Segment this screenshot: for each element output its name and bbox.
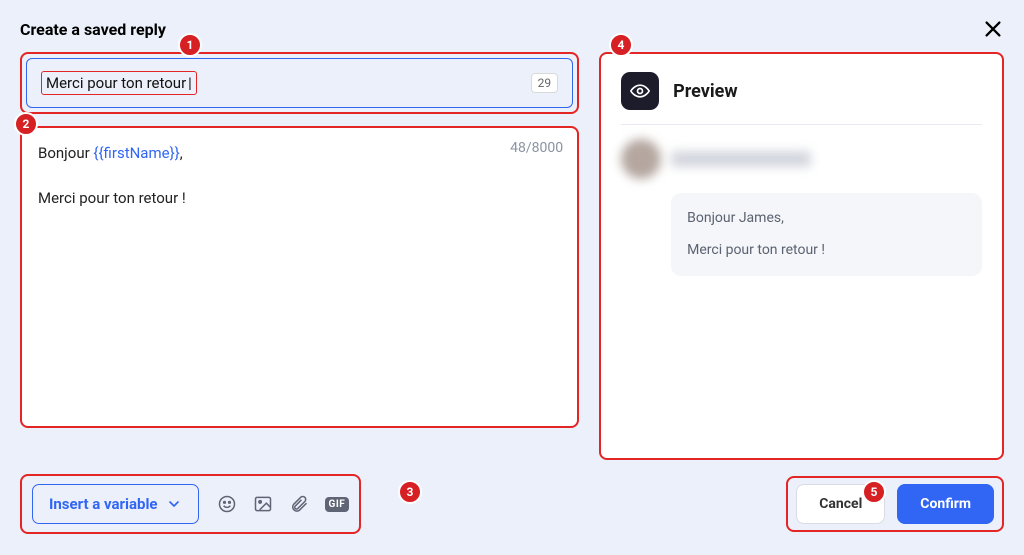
message-content: Bonjour {{firstName}}, Merci pour ton re… — [38, 142, 561, 210]
modal-body: Merci pour ton retour 29 48/8000 Bonjour… — [20, 52, 1004, 460]
text: , — [180, 144, 183, 162]
callout-5: 5 — [862, 480, 886, 504]
callout-4: 4 — [609, 33, 633, 57]
image-icon — [253, 494, 273, 514]
paperclip-icon — [289, 494, 309, 514]
eye-icon — [630, 81, 650, 101]
saved-reply-modal: Create a saved reply Merci pour ton reto… — [0, 0, 1024, 555]
modal-title: Create a saved reply — [20, 20, 166, 39]
variable-token[interactable]: {{firstName}} — [93, 144, 179, 162]
toolbar-icons: GIF — [217, 494, 350, 514]
chevron-down-icon — [166, 496, 182, 512]
preview-icon-box — [621, 72, 659, 110]
attachment-button[interactable] — [289, 494, 309, 514]
message-char-counter: 48/8000 — [510, 140, 563, 156]
gif-icon: GIF — [325, 497, 350, 512]
callout-1: 1 — [178, 33, 202, 57]
smile-icon — [217, 494, 237, 514]
preview-sender — [621, 139, 982, 179]
action-buttons: Cancel Confirm — [786, 476, 1004, 532]
right-column: Preview Bonjour James, Merci pour ton re… — [599, 52, 1004, 460]
preview-line: Bonjour James, — [687, 207, 966, 229]
editor-toolbar: Insert a variable GIF — [20, 474, 361, 534]
text: Bonjour — [38, 144, 93, 162]
callout-3: 3 — [398, 480, 422, 504]
editor-line: Bonjour {{firstName}}, — [38, 142, 561, 165]
callout-2: 2 — [14, 112, 38, 136]
preview-line: Merci pour ton retour ! — [687, 239, 966, 261]
divider — [621, 124, 982, 125]
name-input-value: Merci pour ton retour — [41, 71, 197, 95]
sender-name-redacted — [671, 151, 811, 167]
insert-variable-button[interactable]: Insert a variable — [32, 484, 199, 524]
modal-header: Create a saved reply — [20, 18, 1004, 40]
message-editor[interactable]: 48/8000 Bonjour {{firstName}}, Merci pou… — [20, 126, 579, 428]
modal-footer: Insert a variable GIF Cancel Con — [20, 474, 1004, 534]
insert-variable-label: Insert a variable — [49, 495, 158, 513]
emoji-button[interactable] — [217, 494, 237, 514]
preview-header: Preview — [621, 72, 982, 110]
close-button[interactable] — [982, 18, 1004, 40]
name-char-remaining: 29 — [531, 73, 559, 93]
name-section: Merci pour ton retour 29 — [20, 52, 579, 114]
image-button[interactable] — [253, 494, 273, 514]
confirm-button[interactable]: Confirm — [897, 484, 994, 524]
avatar — [621, 139, 661, 179]
editor-line: Merci pour ton retour ! — [38, 187, 561, 210]
name-input[interactable]: Merci pour ton retour 29 — [26, 58, 573, 108]
preview-message-bubble: Bonjour James, Merci pour ton retour ! — [671, 193, 982, 276]
gif-button[interactable]: GIF — [325, 497, 350, 512]
left-column: Merci pour ton retour 29 48/8000 Bonjour… — [20, 52, 579, 460]
preview-panel: Preview Bonjour James, Merci pour ton re… — [599, 52, 1004, 460]
preview-title: Preview — [673, 81, 737, 102]
close-icon — [982, 18, 1004, 40]
